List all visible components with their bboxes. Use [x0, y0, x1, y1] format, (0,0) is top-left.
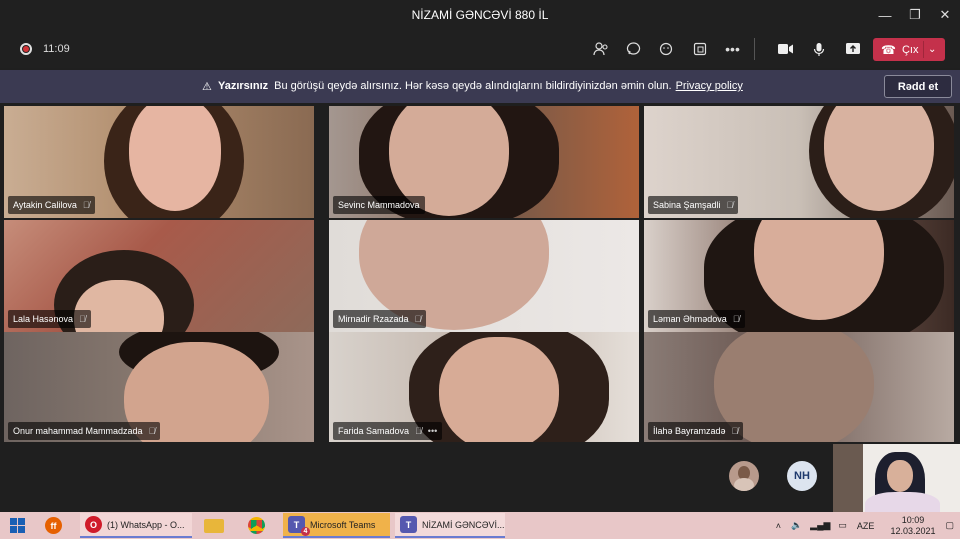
recording-banner: ⚠ Yazırsınız Bu görüşü qeydə alırsınız. H… [0, 70, 960, 103]
toolbar-divider [754, 38, 755, 60]
avatar[interactable] [729, 461, 759, 491]
muted-mic-icon: 🎙̸ [415, 426, 422, 436]
video-tile[interactable]: İlahə Bayramzadə 🎙̸ [644, 332, 954, 444]
warning-icon: ⚠ [202, 81, 212, 93]
video-tile[interactable]: Lala Hasənova 🎙̸ [4, 220, 314, 332]
participants-icon[interactable] [584, 42, 617, 56]
muted-mic-icon: 🎙̸ [79, 314, 86, 324]
taskbar-app-label: Microsoft Teams [310, 519, 376, 530]
video-tile[interactable]: Sabina Şamşadli 🎙̸ [644, 106, 954, 218]
rooms-icon[interactable] [683, 42, 716, 56]
chevron-down-icon[interactable]: ⌄ [928, 44, 936, 55]
opera-icon: O [85, 516, 102, 533]
meeting-toolbar: 11:09 ••• ☎ Çıx ⌄ [0, 30, 960, 68]
chat-icon[interactable] [617, 42, 650, 56]
video-tile[interactable]: Ləman Əhmədova 🎙̸ [644, 220, 954, 332]
media-controls [768, 30, 870, 68]
notifications-icon[interactable]: ▢ [945, 520, 954, 531]
participant-name: Aytakin Calilova [13, 200, 77, 210]
clock-time: 10:09 [901, 514, 925, 525]
video-grid: Aytakin Calilova 🎙̸ Sevinc Mammadova Sabi… [4, 106, 956, 444]
clock[interactable]: 10:09 12.03.2021 [890, 515, 935, 537]
muted-mic-icon: 🎙̸ [726, 200, 734, 210]
muted-mic-icon: 🎙̸ [414, 314, 422, 324]
taskbar: ff O (1) WhatsApp - O... T4 Microsoft Te… [0, 512, 960, 539]
participant-name: Mirnadir Rzazada [338, 314, 409, 324]
taskbar-app-whatsapp[interactable]: O (1) WhatsApp - O... [80, 513, 192, 538]
taskbar-app-label: NİZAMİ GƏNCƏVİ... [422, 519, 505, 530]
more-icon[interactable]: ••• [716, 41, 749, 57]
window-controls: — ❐ ✕ [870, 0, 960, 30]
video-tile[interactable]: Onur mahammad Mammadzada 🎙̸ [4, 332, 314, 444]
hang-up-icon: ☎ [881, 42, 896, 57]
windows-start-icon[interactable] [0, 512, 34, 539]
muted-mic-icon: 🎙̸ [732, 314, 740, 324]
recording-icon [20, 43, 32, 55]
video-tile[interactable]: Sevinc Mammadova [329, 106, 639, 218]
notification-badge: 4 [301, 527, 310, 536]
volume-icon[interactable]: 🔈 [791, 520, 802, 531]
leave-button[interactable]: ☎ Çıx ⌄ [873, 38, 945, 61]
taskbar-app-meeting[interactable]: T NİZAMİ GƏNCƏVİ... [395, 513, 505, 538]
file-explorer-icon[interactable] [204, 512, 224, 539]
firefox-icon[interactable]: ff [45, 512, 62, 539]
participant-name-tag: Sevinc Mammadova [333, 196, 425, 214]
close-icon[interactable]: ✕ [930, 0, 960, 30]
network-icon[interactable]: ▂▄▆ [810, 520, 830, 531]
share-screen-icon[interactable] [836, 42, 870, 56]
camera-icon[interactable] [768, 43, 802, 55]
participant-name-tag: Onur mahammad Mammadzada 🎙̸ [8, 422, 161, 440]
microphone-icon[interactable] [802, 42, 836, 57]
participant-name-tag: Ləman Əhmədova 🎙̸ [648, 310, 745, 328]
self-view-video[interactable] [833, 444, 960, 512]
participant-name-tag: Farida Samadova 🎙̸ ••• [333, 422, 443, 440]
maximize-icon[interactable]: ❐ [900, 0, 930, 30]
participant-name: İlahə Bayramzadə [653, 426, 726, 436]
title-bar: NİZAMİ GƏNCƏVİ 880 İL — ❐ ✕ [0, 0, 960, 30]
video-tile[interactable]: Aytakin Calilova 🎙̸ [4, 106, 314, 218]
taskbar-app-teams[interactable]: T4 Microsoft Teams [283, 513, 390, 538]
avatar[interactable]: NH [787, 461, 817, 491]
teams-icon: T4 [288, 516, 310, 536]
privacy-policy-link[interactable]: Privacy policy [676, 80, 743, 92]
participant-name-tag: Sabina Şamşadli 🎙̸ [648, 196, 739, 214]
window-title: NİZAMİ GƏNCƏVİ 880 İL [411, 8, 549, 22]
banner-message: Bu görüşü qeydə alırsınız. Hər kəsə qeyd… [274, 80, 672, 92]
toolbar-actions: ••• [584, 30, 749, 68]
participant-name: Ləman Əhmədova [653, 314, 727, 324]
leave-label: Çıx [901, 43, 919, 56]
banner-title: Yazırsınız [218, 80, 269, 92]
dismiss-button[interactable]: Rədd et [884, 75, 952, 98]
participant-name: Onur mahammad Mammadzada [13, 426, 143, 436]
participant-name: Sevinc Mammadova [338, 200, 420, 210]
chevron-up-icon[interactable]: ˄ [776, 521, 781, 531]
participant-name-tag: Lala Hasənova 🎙̸ [8, 310, 91, 328]
banner-text: Yazırsınız Bu görüşü qeydə alırsınız. Hər… [218, 80, 743, 92]
participant-name-tag: İlahə Bayramzadə 🎙̸ [648, 422, 744, 440]
muted-mic-icon: 🎙̸ [148, 426, 156, 436]
participant-face [439, 337, 559, 444]
video-tile[interactable]: Mirnadir Rzazada 🎙̸ [329, 220, 639, 332]
chrome-icon[interactable] [248, 512, 265, 539]
participant-face [887, 460, 913, 492]
taskbar-app-label: (1) WhatsApp - O... [107, 519, 185, 530]
system-tray: ˄ 🔈 ▂▄▆ ▭ AZE 10:09 12.03.2021 ▢ [776, 512, 960, 539]
participant-name: Farida Samadova [338, 426, 410, 436]
video-tile[interactable]: Farida Samadova 🎙̸ ••• [329, 332, 639, 444]
muted-mic-icon: 🎙̸ [82, 200, 90, 210]
teams-icon: T [400, 516, 417, 533]
participant-name-tag: Mirnadir Rzazada 🎙̸ [333, 310, 427, 328]
language-indicator[interactable]: AZE [857, 521, 875, 531]
meeting-timer: 11:09 [43, 43, 70, 55]
participant-name-tag: Aytakin Calilova 🎙̸ [8, 196, 95, 214]
clock-date: 12.03.2021 [890, 525, 936, 536]
battery-icon[interactable]: ▭ [838, 520, 847, 531]
participant-name: Lala Hasənova [13, 314, 74, 324]
more-icon[interactable]: ••• [428, 426, 437, 436]
reactions-icon[interactable] [650, 42, 683, 57]
participant-name: Sabina Şamşadli [653, 200, 721, 210]
minimize-icon[interactable]: — [870, 0, 900, 30]
muted-mic-icon: 🎙̸ [731, 426, 739, 436]
